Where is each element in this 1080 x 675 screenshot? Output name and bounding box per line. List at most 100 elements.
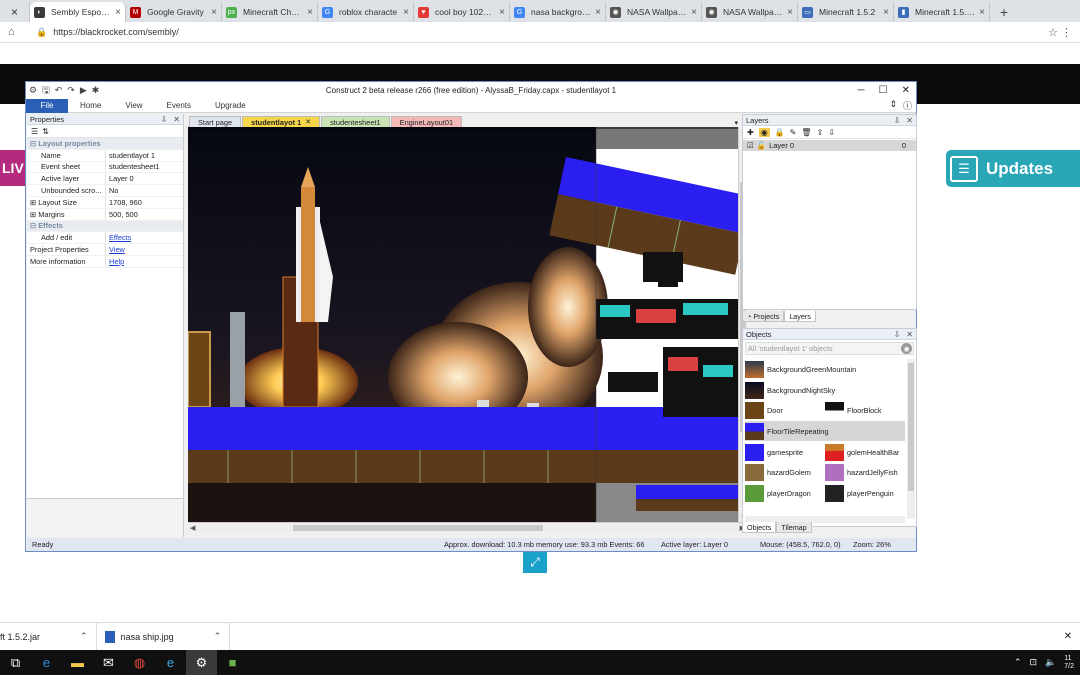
- browser-tab[interactable]: ◐ Sembly Esports | ×: [30, 2, 126, 22]
- visibility-icon[interactable]: ◉: [758, 127, 770, 137]
- lock-icon[interactable]: 🔒: [775, 128, 785, 137]
- browser-tab[interactable]: Gnasa backgroun ×: [510, 2, 606, 22]
- property-row-more-info[interactable]: More information Help: [27, 255, 183, 268]
- scroll-left-icon[interactable]: ◀: [190, 524, 195, 532]
- edge-icon[interactable]: e: [31, 650, 62, 675]
- tab-close-icon[interactable]: ×: [691, 7, 697, 18]
- object-item[interactable]: BackgroundNightSky: [745, 380, 905, 400]
- undo-icon[interactable]: ↶: [55, 85, 63, 96]
- panel-close-icon[interactable]: ✕: [906, 330, 913, 339]
- scroll-thumb[interactable]: [293, 525, 543, 531]
- object-item[interactable]: FloorTileRepeating: [745, 421, 905, 442]
- object-item[interactable]: BackgroundGreenMountain: [745, 359, 905, 379]
- minecraft-icon[interactable]: ■: [217, 650, 248, 675]
- browser-menu-icon[interactable]: ⋮: [1061, 26, 1072, 39]
- object-item[interactable]: hazardGolem: [745, 463, 825, 483]
- ie-icon[interactable]: e: [155, 650, 186, 675]
- save-icon[interactable]: 🖫: [42, 83, 50, 99]
- debug-icon[interactable]: ✱: [92, 85, 100, 96]
- doc-tab-enginelayout[interactable]: EngineLayout01: [390, 116, 463, 127]
- pin-icon[interactable]: ⇩: [894, 116, 901, 125]
- object-item[interactable]: Door: [745, 401, 825, 421]
- scroll-thumb[interactable]: [908, 363, 914, 491]
- download-item[interactable]: nasa ship.jpg ⌃: [97, 622, 231, 651]
- network-icon[interactable]: ⊡: [1030, 657, 1038, 668]
- objects-filter[interactable]: All 'studentlayot 1' objects ◉: [745, 342, 914, 355]
- panel-close-icon[interactable]: ✕: [906, 116, 913, 125]
- move-up-icon[interactable]: ⇧: [817, 128, 824, 137]
- maximize-button[interactable]: ☐: [879, 85, 888, 96]
- object-item[interactable]: gamesprite: [745, 442, 825, 462]
- url-text[interactable]: https://blackrocket.com/sembly/: [53, 27, 179, 37]
- object-item[interactable]: hazardJellyFish: [825, 463, 905, 483]
- new-tab-button[interactable]: +: [990, 2, 1018, 22]
- bookmark-star-icon[interactable]: ☆: [1048, 26, 1058, 39]
- view-link[interactable]: View: [106, 245, 125, 254]
- expand-icon[interactable]: ⊞: [30, 198, 38, 207]
- ribbon-tab-file[interactable]: File: [26, 98, 68, 113]
- effects-link[interactable]: Effects: [106, 233, 131, 242]
- construct-app-icon[interactable]: ⚙: [186, 650, 217, 675]
- property-row[interactable]: Active layer Layer 0: [27, 173, 183, 186]
- browser-tab[interactable]: px Minecraft Chara ×: [222, 2, 318, 22]
- layer-row[interactable]: ☑ 🔓 Layer 0 0: [743, 140, 916, 151]
- live-badge[interactable]: LIV: [0, 150, 26, 186]
- tab-close-icon[interactable]: ×: [499, 7, 505, 18]
- close-icon[interactable]: ✕: [1064, 631, 1072, 642]
- file-explorer-icon[interactable]: ▬: [62, 650, 93, 675]
- objects-scrollbar[interactable]: [907, 359, 915, 519]
- browser-tab[interactable]: ♥ cool boy 1024*5 ×: [414, 2, 510, 22]
- tab-objects[interactable]: Objects: [742, 522, 777, 533]
- category-layout-properties[interactable]: ⊟ Layout properties: [27, 138, 183, 150]
- tab-close-icon[interactable]: ×: [115, 7, 121, 18]
- home-icon[interactable]: ⌂: [8, 26, 22, 38]
- property-row[interactable]: Unbounded scro... No: [27, 185, 183, 197]
- browser-tab[interactable]: ◉ NASA Wallpaper ×: [606, 2, 702, 22]
- object-item[interactable]: golemHealthBar: [825, 442, 905, 462]
- layout-canvas[interactable]: [188, 127, 738, 522]
- doc-tab-studentesheet[interactable]: studentesheet1: [321, 116, 390, 127]
- property-value[interactable]: studentesheet1: [106, 162, 160, 171]
- layer-lock-icon[interactable]: 🔓: [757, 141, 766, 150]
- ribbon-tab-home[interactable]: Home: [68, 99, 113, 113]
- volume-icon[interactable]: 🔈: [1045, 657, 1056, 668]
- property-value[interactable]: 1708, 960: [106, 198, 142, 207]
- browser-tab[interactable]: ▭ Minecraft 1.5.2 ×: [798, 2, 894, 22]
- ribbon-tab-events[interactable]: Events: [155, 99, 203, 113]
- pin-icon[interactable]: ⇩: [894, 330, 901, 339]
- tab-close-icon[interactable]: ×: [403, 7, 409, 18]
- doc-tab-studentlayot[interactable]: studentlayot 1 ✕: [242, 116, 321, 127]
- property-row[interactable]: ⊞ Margins 500, 500: [27, 208, 183, 221]
- layer-visible-checkbox[interactable]: ☑: [747, 141, 754, 150]
- run-icon[interactable]: ▶: [80, 85, 87, 96]
- categorized-icon[interactable]: ☰: [31, 127, 38, 136]
- tab-close-icon[interactable]: ×: [595, 7, 601, 18]
- tab-tilemap[interactable]: Tilemap: [776, 522, 812, 533]
- tab-close-previous[interactable]: ×: [0, 2, 30, 22]
- ribbon-tab-upgrade[interactable]: Upgrade: [203, 99, 258, 113]
- expand-icon[interactable]: ⤢: [523, 551, 547, 573]
- updates-button[interactable]: ☰ Updates: [946, 150, 1080, 187]
- property-row-add-edit[interactable]: Add / edit Effects: [27, 232, 183, 245]
- object-item[interactable]: playerDragon: [745, 483, 825, 503]
- collapse-icon[interactable]: ⊟: [30, 139, 38, 148]
- canvas-horizontal-scrollbar[interactable]: ◀ ▶: [188, 522, 747, 532]
- close-button[interactable]: ✕: [902, 85, 910, 96]
- tray-chevron-icon[interactable]: ⌃: [1014, 657, 1022, 668]
- browser-tab[interactable]: ◉ NASA Wallpaper ×: [702, 2, 798, 22]
- property-row[interactable]: ⊞ Layout Size 1708, 960: [27, 196, 183, 209]
- property-row-project[interactable]: Project Properties View: [27, 244, 183, 256]
- close-icon[interactable]: ✕: [305, 118, 311, 126]
- property-value[interactable]: studentlayot 1: [106, 151, 155, 160]
- mail-icon[interactable]: ✉: [93, 650, 124, 675]
- property-row[interactable]: Name studentlayot 1: [27, 149, 183, 162]
- download-item[interactable]: ft 1.5.2.jar ⌃: [0, 622, 97, 651]
- tab-dropdown-icon[interactable]: ▾: [734, 119, 738, 127]
- delete-icon[interactable]: 🗑: [801, 128, 811, 137]
- app-logo-icon[interactable]: ⚙: [29, 85, 37, 96]
- chrome-icon[interactable]: ◍: [124, 650, 155, 675]
- edit-icon[interactable]: ✎: [790, 128, 797, 137]
- expand-icon[interactable]: ⊞: [30, 210, 38, 219]
- panel-close-icon[interactable]: ✕: [173, 115, 180, 124]
- ribbon-tab-view[interactable]: View: [113, 99, 154, 113]
